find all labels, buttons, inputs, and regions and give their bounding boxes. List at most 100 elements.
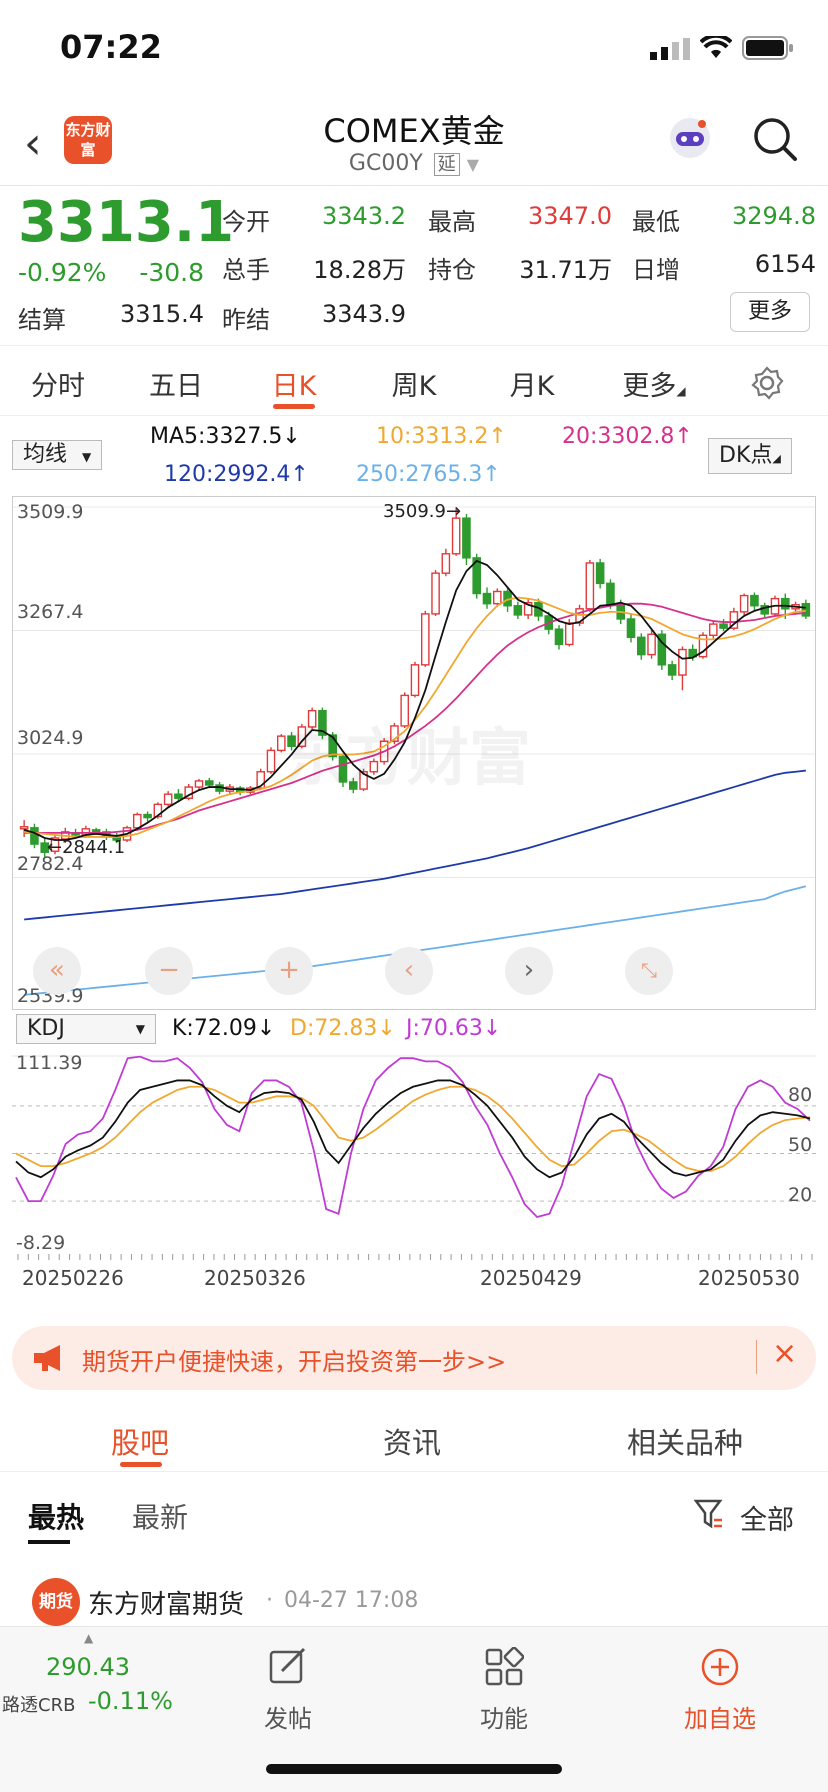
tab-monthly-k[interactable]: 月K	[482, 364, 582, 403]
ma-selector-label: 均线	[23, 442, 68, 467]
functions-button-label: 功能	[480, 1705, 528, 1733]
caret-icon: ◢	[676, 384, 686, 398]
dk-point-button[interactable]: DK点◢	[708, 438, 792, 474]
index-change[interactable]: -0.11%	[88, 1687, 173, 1715]
candle-down	[595, 562, 605, 585]
low-label: 最低	[632, 208, 680, 236]
post-time: 04-27 17:08	[284, 1588, 419, 1613]
hottest-indicator	[28, 1540, 70, 1544]
tab-five-day[interactable]: 五日	[126, 364, 226, 403]
active-tab-indicator	[273, 404, 315, 409]
close-icon[interactable]: ×	[772, 1336, 797, 1371]
kdj-chart[interactable]: 111.39 -8.29 80 50 20	[12, 1050, 816, 1260]
index-name[interactable]: 路透CRB	[2, 1691, 75, 1717]
ma20-label: 20:3302.8↑	[562, 424, 693, 449]
y-tick-label: 3267.4	[17, 601, 84, 623]
x-date-label: 20250326	[204, 1266, 306, 1290]
indicator-selector-label: KDJ	[27, 1016, 65, 1041]
prev-settle-label: 昨结	[222, 306, 270, 334]
post-separator: ·	[266, 1588, 273, 1613]
tab-news[interactable]: 资讯	[362, 1420, 462, 1462]
candle-up	[647, 633, 656, 656]
settle-value: 3315.4	[120, 300, 204, 328]
tab-guba[interactable]: 股吧	[90, 1420, 190, 1462]
tab-more[interactable]: 更多◢	[604, 364, 704, 403]
kdj-y-top: 111.39	[16, 1052, 83, 1074]
change-value: -30.8	[139, 258, 204, 287]
tab-related[interactable]: 相关品种	[610, 1420, 760, 1462]
candle-down	[174, 793, 183, 799]
promo-banner[interactable]: 期货开户便捷快速，开启投资第一步>> ×	[12, 1326, 816, 1390]
candle-down	[780, 597, 790, 610]
zoom-out-button[interactable]: −	[145, 947, 193, 995]
ma-selector[interactable]: 均线 ▼	[12, 440, 103, 470]
zoom-in-button[interactable]: +	[265, 947, 313, 995]
high-label: 最高	[428, 208, 476, 236]
author-avatar[interactable]: 期货	[32, 1578, 80, 1626]
delayed-badge: 延	[433, 153, 460, 176]
candle-down	[482, 592, 492, 605]
chevron-down-icon: ▼	[135, 1022, 145, 1036]
more-button[interactable]: 更多	[730, 292, 810, 332]
low-annotation: ←2844.1	[47, 837, 126, 858]
ma10-label: 10:3313.2↑	[376, 424, 507, 449]
post-author[interactable]: 东方财富期货	[88, 1584, 244, 1621]
candle-down	[606, 582, 615, 605]
high-value: 3347.0	[528, 202, 612, 230]
status-time: 07:22	[60, 28, 162, 66]
watermark: 东方财富	[283, 721, 532, 794]
candle-up	[163, 793, 173, 806]
post-button[interactable]: 发帖	[228, 1647, 348, 1734]
open-label: 今开	[222, 208, 270, 236]
last-price: 3313.1	[18, 190, 235, 255]
chevron-down-icon: ▼	[82, 450, 92, 464]
tab-latest[interactable]: 最新	[132, 1496, 188, 1536]
filter-all[interactable]: 全部	[740, 1498, 794, 1537]
battery-icon	[742, 36, 793, 60]
caret-up-icon: ▲	[84, 1631, 94, 1645]
wifi-icon	[700, 36, 732, 58]
functions-button[interactable]: 功能	[444, 1646, 564, 1734]
x-date-label: 20250226	[22, 1266, 124, 1290]
plus-circle-icon	[701, 1648, 739, 1686]
scroll-left-double-icon[interactable]: «	[33, 947, 81, 995]
candle-up	[410, 664, 420, 697]
tab-more-label: 更多	[622, 371, 677, 402]
candle-up	[585, 562, 595, 610]
scroll-left-icon[interactable]: ‹	[385, 947, 433, 995]
section-tabs: 股吧 资讯 相关品种	[0, 1402, 828, 1472]
candle-down	[204, 780, 214, 786]
candle-up	[194, 780, 204, 788]
candlestick-chart[interactable]: 3509.9 3267.4 3024.9 2782.4 2539.9 3509.…	[12, 496, 816, 1010]
candle-up	[451, 517, 461, 555]
tab-hottest[interactable]: 最热	[28, 1496, 84, 1536]
candle-down	[143, 813, 152, 819]
robot-assistant-icon[interactable]	[666, 114, 714, 162]
tab-weekly-k[interactable]: 周K	[364, 364, 464, 403]
open-interest-label: 持仓	[428, 256, 476, 284]
volume-value: 18.28万	[313, 256, 406, 284]
y-tick-label: 3024.9	[17, 727, 84, 749]
daily-increase-value: 6154	[754, 250, 816, 278]
candle-up	[492, 590, 502, 605]
tab-daily-k[interactable]: 日K	[244, 364, 344, 403]
fullscreen-icon[interactable]: ⤡	[625, 947, 673, 995]
scroll-right-icon[interactable]: ›	[505, 947, 553, 995]
high-annotation: 3509.9→	[383, 501, 462, 522]
y-tick-label: 3509.9	[17, 501, 84, 523]
filter-icon[interactable]	[694, 1498, 724, 1530]
caret-icon: ◢	[772, 452, 781, 465]
tab-intraday[interactable]: 分时	[8, 364, 108, 403]
candle-up	[19, 826, 29, 830]
kdj-y-bottom: -8.29	[16, 1232, 66, 1254]
search-icon[interactable]	[752, 116, 798, 162]
k-line	[15, 1079, 811, 1179]
kdj-level-label: 50	[788, 1134, 813, 1156]
settings-gear-icon[interactable]	[750, 366, 784, 400]
indicator-selector[interactable]: KDJ ▼	[16, 1014, 156, 1044]
k-value: K:72.09↓	[172, 1016, 276, 1041]
chevron-down-icon: ▼	[466, 155, 480, 174]
grid-icon	[485, 1646, 525, 1686]
add-watchlist-button[interactable]: 加自选	[660, 1647, 780, 1734]
index-value[interactable]: 290.43	[46, 1653, 130, 1681]
